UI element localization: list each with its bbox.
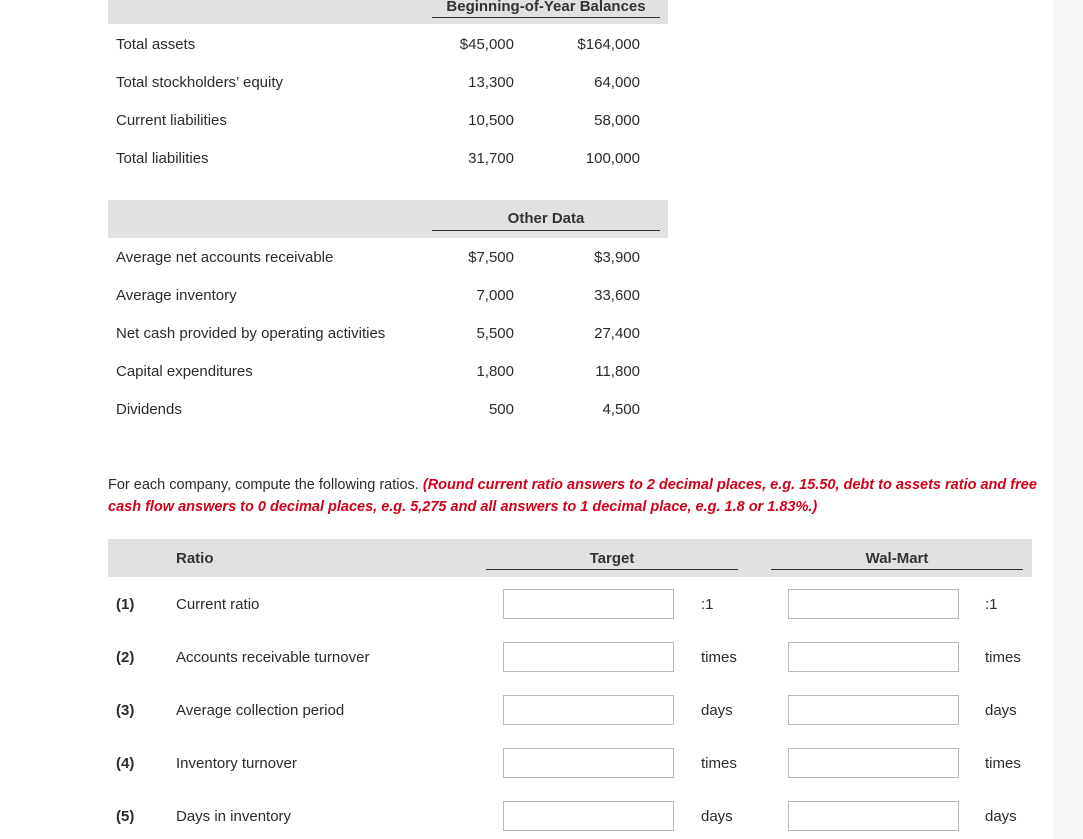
balances-header-rule — [432, 17, 660, 18]
walmart-collection-period-input[interactable] — [788, 695, 959, 725]
walmart-value: 4,500 — [602, 401, 640, 418]
walmart-unit: :1 — [985, 596, 998, 613]
row-label: Total liabilities — [116, 150, 209, 167]
row-label: Net cash provided by operating activitie… — [116, 325, 386, 342]
row-label: Average inventory — [116, 287, 237, 304]
walmart-column-header: Wal-Mart — [865, 550, 929, 567]
row-number: (4) — [116, 755, 135, 772]
target-column-header: Target — [589, 550, 635, 567]
walmart-unit: days — [985, 702, 1017, 719]
ratio-label: Current ratio — [176, 596, 260, 613]
row-label: Capital expenditures — [116, 363, 253, 380]
walmart-value: 27,400 — [594, 325, 640, 342]
walmart-days-in-inventory-input[interactable] — [788, 801, 959, 831]
target-value: 31,700 — [468, 150, 514, 167]
target-days-in-inventory-input[interactable] — [503, 801, 674, 831]
row-number: (3) — [116, 702, 135, 719]
other-data-header: Other Data — [507, 210, 585, 227]
target-value: 5,500 — [476, 325, 514, 342]
target-unit: days — [701, 808, 733, 825]
row-number: (1) — [116, 596, 135, 613]
target-value: $7,500 — [468, 249, 514, 266]
target-unit: days — [701, 702, 733, 719]
target-unit: :1 — [701, 596, 714, 613]
ratio-label: Days in inventory — [176, 808, 292, 825]
row-number: (2) — [116, 649, 135, 666]
ratio-column-header: Ratio — [176, 550, 214, 567]
walmart-unit: times — [985, 649, 1021, 666]
ratio-label: Accounts receivable turnover — [176, 649, 370, 666]
target-header-rule — [486, 569, 738, 570]
row-number: (5) — [116, 808, 135, 825]
walmart-value: $164,000 — [577, 36, 640, 53]
row-label: Total assets — [116, 36, 196, 53]
walmart-unit: times — [985, 755, 1021, 772]
walmart-unit: days — [985, 808, 1017, 825]
walmart-header-rule — [771, 569, 1023, 570]
target-unit: times — [701, 755, 737, 772]
target-value: 500 — [488, 401, 514, 418]
other-data-header-rule — [432, 230, 660, 231]
target-value: 13,300 — [468, 74, 514, 91]
walmart-inventory-turnover-input[interactable] — [788, 748, 959, 778]
ratio-label: Average collection period — [176, 702, 345, 719]
ratio-label: Inventory turnover — [176, 755, 297, 772]
walmart-receivable-turnover-input[interactable] — [788, 642, 959, 672]
target-collection-period-input[interactable] — [503, 695, 674, 725]
walmart-value: 33,600 — [594, 287, 640, 304]
target-unit: times — [701, 649, 737, 666]
target-current-ratio-input[interactable] — [503, 589, 674, 619]
balances-header: Beginning-of-Year Balances — [446, 0, 646, 15]
instructions-text: For each company, compute the following … — [108, 474, 1038, 518]
row-label: Current liabilities — [116, 112, 227, 129]
row-label: Average net accounts receivable — [116, 249, 334, 266]
row-label: Total stockholders’ equity — [116, 74, 284, 91]
walmart-value: 11,800 — [595, 363, 640, 380]
walmart-value: 64,000 — [594, 74, 640, 91]
walmart-value: $3,900 — [594, 249, 640, 266]
target-value: 1,800 — [476, 363, 514, 380]
target-receivable-turnover-input[interactable] — [503, 642, 674, 672]
target-value: $45,000 — [459, 36, 514, 53]
target-value: 10,500 — [468, 112, 514, 129]
walmart-value: 58,000 — [594, 112, 640, 129]
walmart-value: 100,000 — [585, 150, 640, 167]
right-gutter — [1053, 0, 1083, 839]
target-value: 7,000 — [476, 287, 514, 304]
walmart-current-ratio-input[interactable] — [788, 589, 959, 619]
target-inventory-turnover-input[interactable] — [503, 748, 674, 778]
row-label: Dividends — [116, 401, 182, 418]
instructions-plain: For each company, compute the following … — [108, 477, 423, 493]
